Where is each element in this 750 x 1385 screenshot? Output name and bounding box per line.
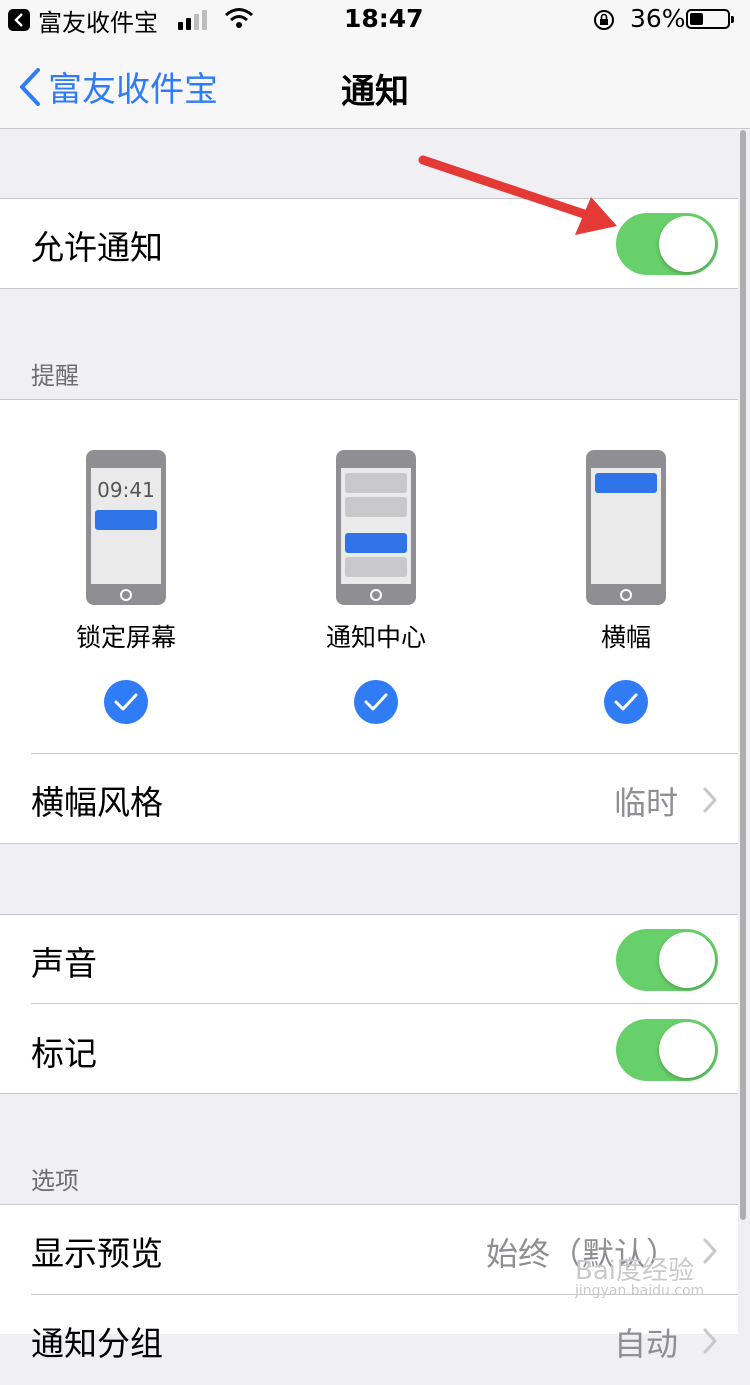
alerts-header: 提醒 (31, 362, 79, 390)
allow-notifications-label: 允许通知 (31, 228, 163, 267)
alert-style-picker: 09:41 锁定屏幕 通知中心 横幅 (0, 400, 738, 754)
navigation-bar: 富友收件宝 通知 (0, 40, 750, 129)
clock: 18:47 (344, 4, 424, 33)
battery-icon (686, 9, 734, 29)
watermark-logo: Bai度经验 jingyan.baidu.com (575, 1250, 704, 1299)
back-to-app-icon (8, 9, 30, 31)
banner-style-label: 横幅风格 (31, 783, 163, 822)
divider (0, 1093, 738, 1094)
notification-center-checkmark-icon[interactable] (354, 680, 398, 724)
badges-row: 标记 (0, 1005, 738, 1095)
allow-notifications-row: 允许通知 (0, 199, 738, 289)
notification-grouping-value: 自动 (613, 1325, 678, 1363)
banners-label: 横幅 (600, 623, 651, 652)
alerts-section: 09:41 锁定屏幕 通知中心 横幅 横幅风格 临时 (0, 400, 738, 843)
sounds-row: 声音 (0, 915, 738, 1005)
chevron-right-icon (703, 1328, 717, 1354)
scroll-indicator[interactable] (740, 130, 746, 1220)
divider (0, 288, 738, 289)
banner-phone-icon[interactable] (586, 450, 666, 605)
watermark-text: Bai度经验 (575, 1256, 694, 1286)
return-app-label: 富友收件宝 (38, 8, 158, 37)
options-header: 选项 (31, 1167, 79, 1195)
annotation-arrow-icon (418, 155, 617, 235)
cellular-signal-icon (178, 10, 207, 30)
banners-checkmark-icon[interactable] (604, 680, 648, 724)
allow-notifications-section: 允许通知 (0, 199, 738, 289)
wifi-icon (224, 6, 254, 36)
watermark-url: jingyan.baidu.com (575, 1283, 705, 1299)
lock-screen-preview-time: 09:41 (97, 478, 155, 502)
banner-style-value: 临时 (613, 784, 678, 822)
badges-toggle[interactable] (616, 1019, 718, 1081)
status-bar: 富友收件宝 18:47 36% (0, 0, 750, 40)
notification-grouping-label: 通知分组 (31, 1324, 163, 1363)
show-previews-label: 显示预览 (31, 1234, 163, 1273)
lock-screen-label: 锁定屏幕 (75, 623, 176, 652)
badges-label: 标记 (31, 1034, 97, 1073)
rotation-lock-icon (592, 8, 616, 38)
sound-badge-section: 声音 标记 (0, 915, 738, 1093)
divider (0, 843, 738, 844)
divider (31, 1003, 738, 1004)
chevron-right-icon (703, 787, 717, 813)
page-title: 通知 (341, 72, 409, 112)
notification-center-phone-icon[interactable] (336, 450, 416, 605)
return-to-app[interactable]: 富友收件宝 (8, 6, 158, 37)
allow-notifications-toggle[interactable] (616, 213, 718, 275)
lock-screen-checkmark-icon[interactable] (104, 680, 148, 724)
banner-style-row[interactable]: 横幅风格 临时 (0, 754, 738, 844)
battery-percent: 36% (630, 4, 686, 33)
notification-center-label: 通知中心 (325, 623, 426, 652)
notification-grouping-row[interactable]: 通知分组 自动 (0, 1295, 738, 1385)
chevron-right-icon (703, 1238, 717, 1264)
lock-screen-phone-icon[interactable]: 09:41 (86, 450, 166, 605)
sounds-label: 声音 (31, 944, 97, 983)
sounds-toggle[interactable] (616, 929, 718, 991)
